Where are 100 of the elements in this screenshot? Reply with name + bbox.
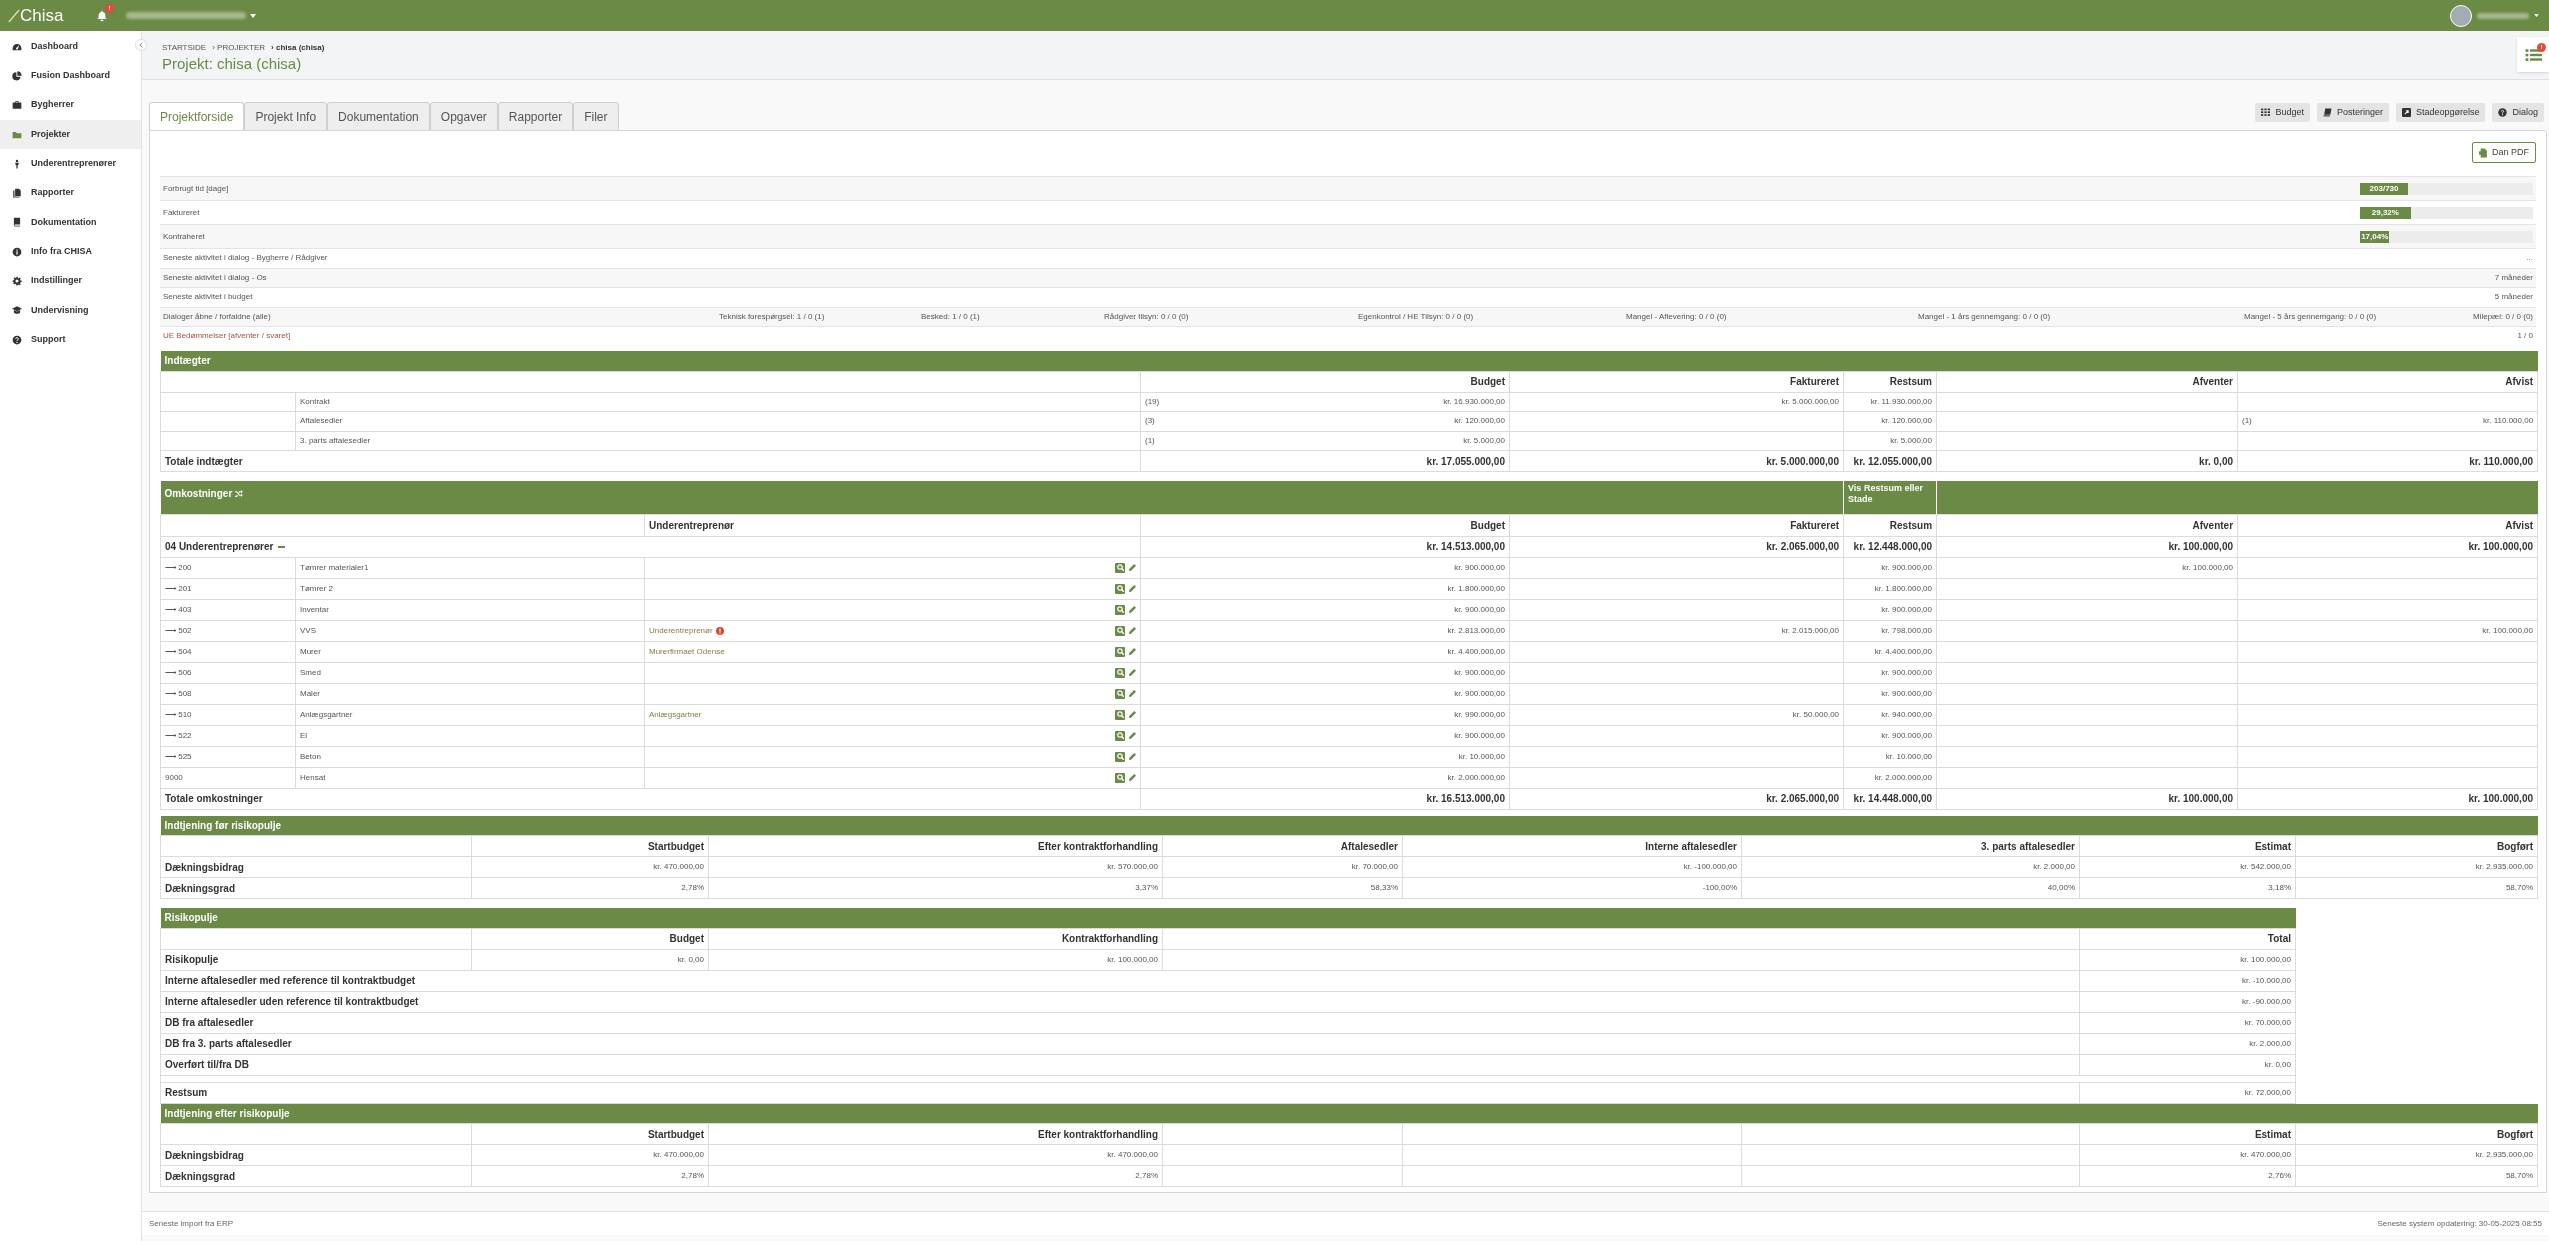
- edit-button[interactable]: [1128, 647, 1136, 656]
- table-cell: Maler: [295, 683, 645, 704]
- group-label: 04 Underentreprenører: [165, 540, 274, 554]
- subcontractor-link[interactable]: Underentreprenør: [649, 624, 713, 637]
- table-cell: kr. 470.000,00: [2079, 1144, 2296, 1166]
- table-cell: kr. 14.448.000,00: [1843, 788, 1937, 809]
- edit-button[interactable]: [1128, 689, 1136, 698]
- table-cell: Totale omkostninger: [160, 788, 1141, 809]
- tab[interactable]: Projekt Info: [244, 102, 328, 131]
- tab[interactable]: Opgaver: [429, 102, 498, 131]
- table-cell: Tømrer 2: [295, 578, 645, 599]
- row-value: 1 / 0: [2517, 330, 2533, 342]
- table-cell: 3,37%: [708, 877, 1163, 899]
- pencil-icon: [1128, 669, 1136, 676]
- table-cell: Beton: [295, 746, 645, 767]
- table-cell: kr. 12.055.000,00: [1843, 450, 1937, 472]
- column-header: Budget: [471, 928, 709, 949]
- table-cell: kr. 2.000,00: [2079, 1033, 2296, 1054]
- table-cell: kr. 470.000,00: [708, 1144, 1163, 1166]
- edit-button[interactable]: [1128, 710, 1136, 719]
- tab[interactable]: Dokumentation: [327, 102, 430, 131]
- view-button[interactable]: [1115, 583, 1125, 594]
- sidebar-item[interactable]: Projekter: [0, 119, 141, 150]
- breadcrumb-link[interactable]: › PROJEKTER: [212, 44, 266, 52]
- toolbar-button[interactable]: Dialog: [2492, 103, 2544, 122]
- table-cell: kr. 900.000,00: [1843, 557, 1937, 578]
- pencil-icon: [1128, 690, 1136, 697]
- row-value: ...: [2526, 252, 2533, 265]
- edit-button[interactable]: [1128, 605, 1136, 614]
- table-cell: kr. 4.400.000,00: [1140, 641, 1510, 662]
- folder-icon: [12, 129, 22, 140]
- edit-button[interactable]: [1128, 752, 1136, 761]
- pdf-document-icon: [2479, 147, 2488, 158]
- pencil-icon: [1128, 753, 1136, 760]
- table-cell: kr. 4.400.000,00: [1843, 641, 1937, 662]
- edit-button[interactable]: [1128, 584, 1136, 593]
- table-cell: Aftalesedler: [295, 411, 1141, 431]
- view-button[interactable]: [1115, 625, 1125, 636]
- tab[interactable]: Filer: [573, 102, 619, 131]
- search-icon: [1116, 606, 1124, 613]
- table-cell: kr. -90.000,00: [2079, 991, 2296, 1012]
- subcontractor-link[interactable]: Murerfirmaet Odense: [649, 645, 725, 658]
- help-icon: [12, 334, 22, 345]
- view-button[interactable]: [1115, 562, 1125, 573]
- row-label: Seneste aktivitet i dialog - Bygherre / Rådgiver: [163, 252, 328, 265]
- row-value: 7 måneder: [2494, 271, 2533, 284]
- user-menu[interactable]: [2450, 4, 2539, 27]
- table-cell: kr. 5.000.000,00: [1509, 450, 1844, 472]
- toolbar-button[interactable]: Stadeopgørelse: [2395, 103, 2486, 122]
- view-button[interactable]: [1115, 667, 1125, 678]
- column-header: Estimat: [2079, 835, 2296, 857]
- edit-button[interactable]: [1128, 773, 1136, 782]
- search-icon: [1116, 648, 1124, 655]
- table-cell: kr. 2.065.000,00: [1509, 536, 1844, 557]
- book-icon: [2322, 108, 2332, 117]
- external-link-icon: [2401, 108, 2411, 117]
- shuffle-icon[interactable]: [235, 490, 244, 497]
- column-header: Restsum: [1843, 514, 1937, 536]
- table-cell: 58,70%: [2295, 1165, 2538, 1187]
- tab[interactable]: Projektforside: [149, 102, 245, 131]
- table-cell: (19): [1145, 395, 1160, 408]
- edit-button[interactable]: [1128, 668, 1136, 677]
- table-cell: kr. 2.935.000,00: [2295, 856, 2538, 878]
- view-button[interactable]: [1115, 772, 1125, 783]
- view-button[interactable]: [1115, 751, 1125, 762]
- toolbar-button[interactable]: Posteringer: [2316, 103, 2389, 122]
- tab[interactable]: Rapporter: [497, 102, 574, 131]
- table-cell: ⟶ 522: [160, 725, 296, 746]
- avatar: [2450, 4, 2472, 27]
- list-icon: [2524, 47, 2542, 62]
- edit-button[interactable]: [1128, 626, 1136, 635]
- table-cell: Smed: [295, 662, 645, 683]
- person-icon: [12, 158, 22, 169]
- view-button[interactable]: [1115, 646, 1125, 657]
- column-header: Total: [2079, 928, 2296, 949]
- table-cell: kr. 2.935.000,00: [2295, 1144, 2538, 1166]
- pie-chart-icon: [12, 70, 22, 81]
- view-button[interactable]: [1115, 730, 1125, 741]
- edit-button[interactable]: [1128, 563, 1136, 572]
- documents-icon: [12, 188, 22, 199]
- view-button[interactable]: [1115, 604, 1125, 615]
- table-cell: kr. 0,00: [2079, 1054, 2296, 1075]
- view-button[interactable]: [1115, 688, 1125, 699]
- table-cell: 58,70%: [2295, 877, 2538, 899]
- toolbar-button[interactable]: Budget: [2255, 103, 2310, 122]
- create-pdf-button[interactable]: Dan PDF: [2472, 142, 2536, 163]
- edit-button[interactable]: [1128, 731, 1136, 740]
- table-cell: kr. 542.000,00: [2079, 856, 2296, 878]
- column-toggle[interactable]: Vis Restsum eller Stade: [1843, 481, 1937, 514]
- breadcrumb-link[interactable]: STARTSIDE: [162, 44, 207, 52]
- table-cell: kr. 900.000,00: [1140, 683, 1510, 704]
- view-button[interactable]: [1115, 709, 1125, 720]
- dialog-count: Teknisk forespørgsel: 1 / 0 (1): [719, 310, 826, 323]
- table-cell: kr. 5.000,00: [1843, 431, 1937, 451]
- table-cell: Hensat: [295, 767, 645, 788]
- table-cell: kr. 2.000.000,00: [1140, 767, 1510, 788]
- table-cell: ⟶ 525: [160, 746, 296, 767]
- row-label: Dialoger åbne / forfaldne (alle): [163, 310, 272, 323]
- subcontractor-link[interactable]: Anlægsgartner: [649, 708, 702, 721]
- table-cell: kr. -100.000,00: [1402, 856, 1742, 878]
